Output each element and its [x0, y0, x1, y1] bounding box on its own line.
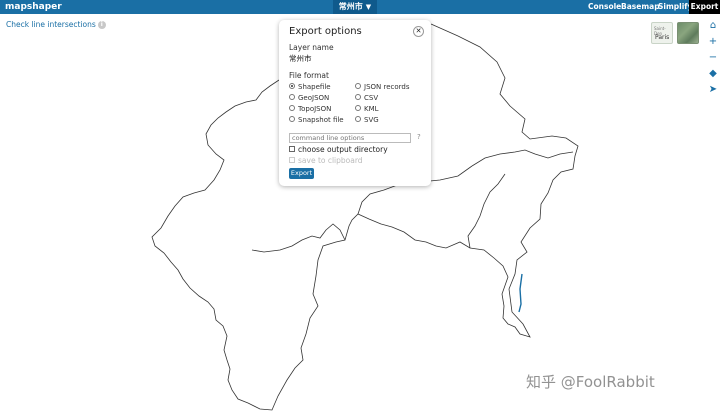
inner-boundary-3: [251, 223, 346, 253]
save-to-clipboard-label: save to clipboard: [298, 156, 363, 165]
app-brand: mapshaper: [5, 2, 62, 12]
format-option-shapefile[interactable]: Shapefile: [289, 82, 331, 92]
radio-icon: [355, 116, 361, 122]
choose-output-directory-label: choose output directory: [298, 145, 388, 154]
zoom-out-icon[interactable]: −: [706, 50, 720, 66]
inner-boundary-4: [467, 173, 506, 249]
check-line-intersections-label: Check line intersections: [6, 20, 96, 29]
info-icon[interactable]: i: [97, 21, 106, 29]
layer-selector[interactable]: 常州市 ▼: [333, 0, 377, 14]
mapshaper-app: mapshaper 常州市 ▼ Console Basemap Simplify …: [0, 0, 720, 411]
radio-icon: [355, 94, 361, 100]
format-option-svg[interactable]: SVG: [355, 115, 379, 125]
caret-down-icon: ▼: [365, 3, 372, 11]
export-button[interactable]: Export: [289, 168, 314, 179]
format-option-snapshot[interactable]: Snapshot file: [289, 115, 344, 125]
layer-name-label: Layer name: [289, 43, 334, 52]
inner-boundary-2: [471, 149, 574, 167]
bookmark-icon[interactable]: ◆: [706, 66, 720, 82]
export-options-dialog: Export options ✕ Layer name 常州市 File for…: [279, 20, 431, 186]
radio-icon: [289, 116, 295, 122]
radio-selected-icon: [289, 83, 295, 89]
format-option-csv[interactable]: CSV: [355, 93, 378, 103]
layer-selector-label: 常州市: [338, 2, 363, 11]
format-option-label: Snapshot file: [298, 116, 344, 124]
format-option-label: TopoJSON: [298, 105, 332, 113]
map-tools: ⌂ + − ◆ ➤: [706, 18, 720, 98]
checkbox-icon: [289, 157, 295, 163]
format-option-json-records[interactable]: JSON records: [355, 82, 410, 92]
format-option-label: JSON records: [364, 83, 410, 91]
close-icon[interactable]: ✕: [413, 26, 424, 37]
format-option-geojson[interactable]: GeoJSON: [289, 93, 329, 103]
radio-icon: [289, 105, 295, 111]
format-option-label: SVG: [364, 116, 379, 124]
format-option-label: Shapefile: [298, 83, 331, 91]
format-option-topojson[interactable]: TopoJSON: [289, 104, 331, 114]
command-line-options-input[interactable]: [289, 133, 411, 143]
zoom-in-icon[interactable]: +: [706, 34, 720, 50]
dialog-title: Export options: [289, 26, 362, 37]
export-button-tab[interactable]: Export: [689, 0, 720, 14]
radio-icon: [355, 83, 361, 89]
choose-output-directory-checkbox[interactable]: choose output directory: [289, 145, 388, 155]
layer-name-value[interactable]: 常州市: [289, 53, 312, 64]
watermark: 知乎 @FoolRabbit: [526, 373, 655, 391]
file-format-label: File format: [289, 71, 329, 80]
basemap-thumb-satellite[interactable]: [677, 22, 699, 44]
format-option-kml[interactable]: KML: [355, 104, 379, 114]
console-button[interactable]: Console: [588, 0, 621, 14]
format-option-label: CSV: [364, 94, 379, 102]
river-line: [518, 273, 523, 313]
home-icon[interactable]: ⌂: [706, 18, 720, 34]
basemap-thumb-street[interactable]: Saint-Den Paris: [651, 22, 673, 44]
format-option-label: GeoJSON: [298, 94, 330, 102]
top-bar: mapshaper 常州市 ▼ Console Basemap Simplify …: [0, 0, 720, 14]
pointer-icon[interactable]: ➤: [706, 82, 720, 98]
simplify-button[interactable]: Simplify: [658, 0, 692, 14]
basemap-thumb-street-label-2: Paris: [655, 34, 670, 41]
checkbox-icon: [289, 146, 295, 152]
format-option-label: KML: [364, 105, 379, 113]
radio-icon: [289, 94, 295, 100]
basemap-button[interactable]: Basemap: [621, 0, 660, 14]
radio-icon: [355, 105, 361, 111]
help-icon[interactable]: ?: [417, 133, 421, 141]
save-to-clipboard-checkbox[interactable]: save to clipboard: [289, 156, 363, 166]
check-line-intersections[interactable]: Check line intersections i: [6, 20, 106, 29]
